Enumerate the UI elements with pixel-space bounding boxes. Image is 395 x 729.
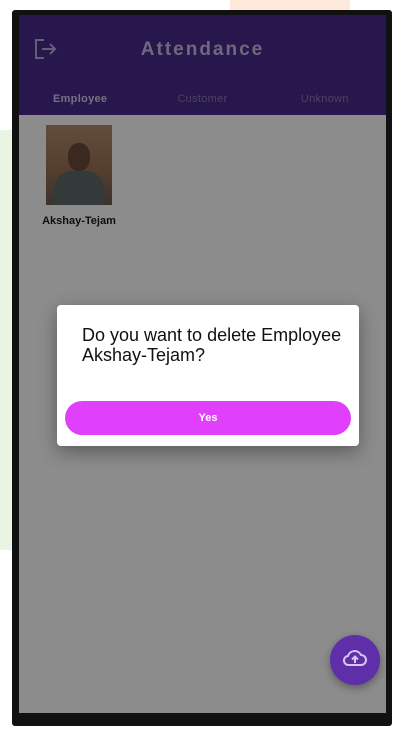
- dialog-message: Do you want to delete Employee Akshay-Te…: [82, 325, 342, 365]
- upload-fab[interactable]: [330, 635, 380, 685]
- app-screen: Attendance Employee Customer Unknown Aks…: [19, 15, 386, 713]
- cloud-upload-icon: [342, 649, 367, 672]
- device-frame: Attendance Employee Customer Unknown Aks…: [12, 10, 392, 726]
- delete-confirm-dialog: Do you want to delete Employee Akshay-Te…: [57, 305, 359, 446]
- yes-button[interactable]: Yes: [65, 401, 351, 435]
